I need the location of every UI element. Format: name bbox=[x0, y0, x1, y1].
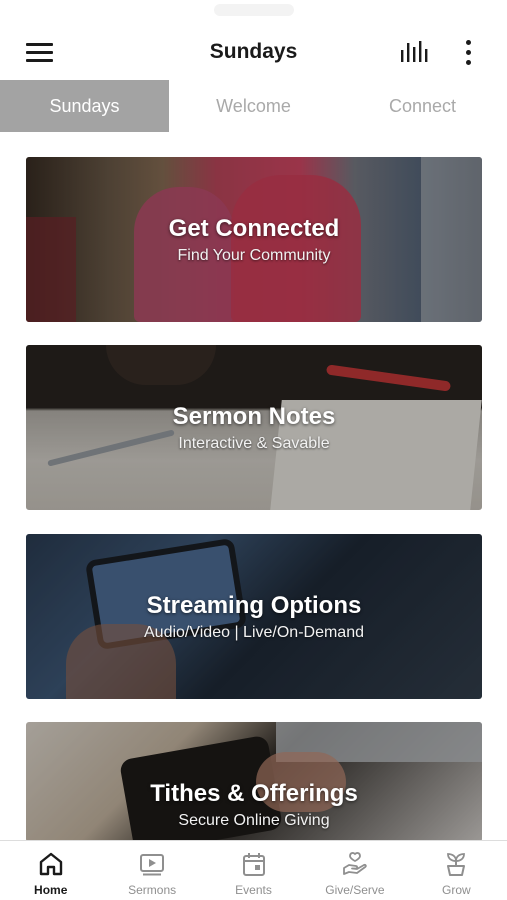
audio-bars-icon[interactable] bbox=[400, 40, 430, 64]
nav-home-label: Home bbox=[34, 883, 68, 897]
home-icon bbox=[39, 852, 62, 876]
card-title: Streaming Options bbox=[146, 592, 362, 619]
card-title: Sermon Notes bbox=[172, 403, 336, 430]
tab-sundays[interactable]: Sundays bbox=[0, 80, 169, 132]
status-bar-notch bbox=[214, 4, 294, 16]
tab-connect[interactable]: Connect bbox=[338, 80, 507, 132]
nav-grow-label: Grow bbox=[441, 883, 471, 897]
nav-events-label: Events bbox=[235, 883, 272, 897]
nav-events[interactable]: Events bbox=[203, 841, 304, 900]
bottom-nav: Home Sermons Events Give/Serve Grow bbox=[0, 840, 507, 900]
nav-sermons[interactable]: Sermons bbox=[101, 841, 202, 900]
card-streaming-options[interactable]: Streaming Options Audio/Video | Live/On-… bbox=[26, 534, 482, 699]
nav-grow[interactable]: Grow bbox=[406, 841, 507, 900]
giving-hand-icon bbox=[343, 852, 367, 875]
tab-welcome[interactable]: Welcome bbox=[169, 80, 338, 132]
card-sermon-notes[interactable]: Sermon Notes Interactive & Savable bbox=[26, 345, 482, 510]
more-vertical-icon[interactable] bbox=[458, 40, 478, 66]
nav-sermons-label: Sermons bbox=[128, 883, 177, 897]
nav-home[interactable]: Home bbox=[0, 841, 101, 900]
nav-give-serve[interactable]: Give/Serve bbox=[304, 841, 405, 900]
nav-give-serve-label: Give/Serve bbox=[325, 883, 385, 897]
app-header: Sundays bbox=[0, 26, 507, 80]
status-bar bbox=[0, 0, 507, 26]
card-subtitle: Interactive & Savable bbox=[178, 435, 330, 452]
calendar-icon bbox=[242, 853, 265, 876]
video-play-icon bbox=[140, 854, 165, 876]
tab-bar: Sundays Welcome Connect bbox=[0, 80, 507, 132]
sprout-icon bbox=[447, 853, 466, 876]
card-subtitle: Find Your Community bbox=[177, 247, 331, 264]
card-subtitle: Secure Online Giving bbox=[178, 812, 330, 829]
card-title: Get Connected bbox=[168, 215, 340, 242]
page-title: Sundays bbox=[209, 40, 298, 63]
card-title: Tithes & Offerings bbox=[150, 780, 358, 807]
card-tithes-offerings[interactable]: Tithes & Offerings Secure Online Giving bbox=[26, 722, 482, 842]
card-subtitle: Audio/Video | Live/On-Demand bbox=[144, 624, 364, 641]
card-get-connected[interactable]: Get Connected Find Your Community bbox=[26, 157, 482, 322]
